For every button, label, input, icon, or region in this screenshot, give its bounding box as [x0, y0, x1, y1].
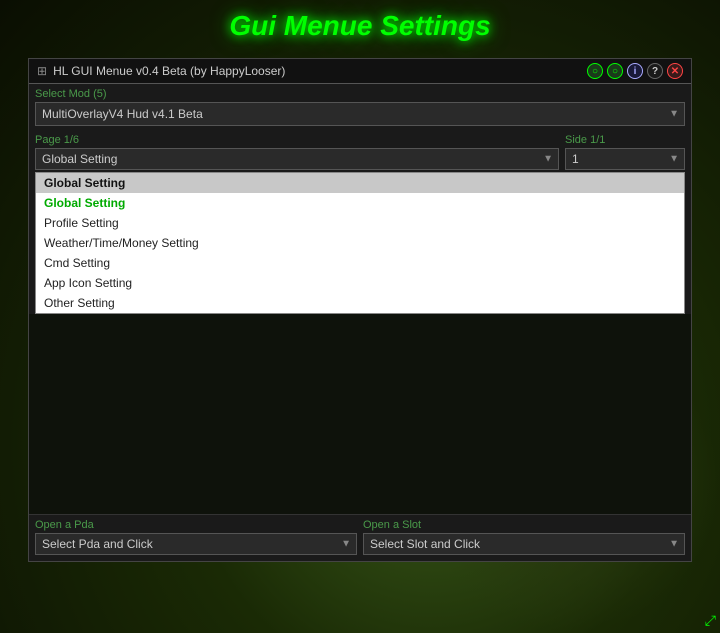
bottom-section: Open a Pda Select Pda and Click ▼ Open a…	[29, 514, 691, 561]
open-slot-col: Open a Slot Select Slot and Click ▼	[363, 519, 685, 555]
list-item-cmd-setting[interactable]: Cmd Setting	[36, 253, 684, 273]
app-title: Gui Menue Settings	[229, 10, 490, 41]
page-col: Page 1/6 Global Setting ▼	[35, 134, 559, 170]
open-slot-label: Open a Slot	[363, 519, 685, 531]
restore-button[interactable]: ○	[607, 63, 623, 79]
settings-list: Global Setting Global Setting Profile Se…	[35, 172, 685, 314]
side-col: Side 1/1 1 ▼	[565, 134, 685, 170]
select-mod-section: Select Mod (5) MultiOverlayV4 Hud v4.1 B…	[29, 84, 691, 130]
help-button[interactable]: ?	[647, 63, 663, 79]
list-item-profile-setting[interactable]: Profile Setting	[36, 213, 684, 233]
side-dropdown[interactable]: 1	[565, 148, 685, 170]
dialog-titlebar: ⊞ HL GUI Menue v0.4 Beta (by HappyLooser…	[29, 59, 691, 84]
title-overlay: Gui Menue Settings	[0, 10, 720, 42]
open-slot-dropdown[interactable]: Select Slot and Click	[363, 533, 685, 555]
page-dropdown-wrap: Global Setting ▼	[35, 148, 559, 170]
window-icon: ⊞	[37, 64, 47, 78]
page-dropdown[interactable]: Global Setting	[35, 148, 559, 170]
select-mod-label: Select Mod (5)	[35, 88, 685, 100]
list-item-app-icon-setting[interactable]: App Icon Setting	[36, 273, 684, 293]
titlebar-left: ⊞ HL GUI Menue v0.4 Beta (by HappyLooser…	[37, 64, 285, 78]
select-mod-dropdown-wrapper: MultiOverlayV4 Hud v4.1 Beta ▼	[35, 102, 685, 126]
dialog-window: ⊞ HL GUI Menue v0.4 Beta (by HappyLooser…	[28, 58, 692, 562]
list-item-other-setting[interactable]: Other Setting	[36, 293, 684, 313]
list-item-weather-time-money[interactable]: Weather/Time/Money Setting	[36, 233, 684, 253]
open-pda-dropdown[interactable]: Select Pda and Click	[35, 533, 357, 555]
close-button[interactable]: ✕	[667, 63, 683, 79]
list-item-global-setting-active[interactable]: Global Setting	[36, 193, 684, 213]
side-dropdown-wrap: 1 ▼	[565, 148, 685, 170]
window-controls: ○ ○ i ? ✕	[587, 63, 683, 79]
select-mod-dropdown[interactable]: MultiOverlayV4 Hud v4.1 Beta	[35, 102, 685, 126]
open-pda-dropdown-wrap: Select Pda and Click ▼	[35, 533, 357, 555]
expand-icon[interactable]: ⤢	[705, 612, 716, 629]
side-label: Side 1/1	[565, 134, 685, 146]
list-item-global-setting-selected[interactable]: Global Setting	[36, 173, 684, 193]
page-label: Page 1/6	[35, 134, 559, 146]
open-pda-label: Open a Pda	[35, 519, 357, 531]
bottom-row: Open a Pda Select Pda and Click ▼ Open a…	[35, 519, 685, 555]
middle-area	[29, 314, 691, 514]
info-button[interactable]: i	[627, 63, 643, 79]
open-pda-col: Open a Pda Select Pda and Click ▼	[35, 519, 357, 555]
open-slot-dropdown-wrap: Select Slot and Click ▼	[363, 533, 685, 555]
page-side-row: Page 1/6 Global Setting ▼ Side 1/1 1 ▼	[29, 130, 691, 172]
window-title-label: HL GUI Menue v0.4 Beta (by HappyLooser)	[53, 64, 285, 78]
minimize-button[interactable]: ○	[587, 63, 603, 79]
